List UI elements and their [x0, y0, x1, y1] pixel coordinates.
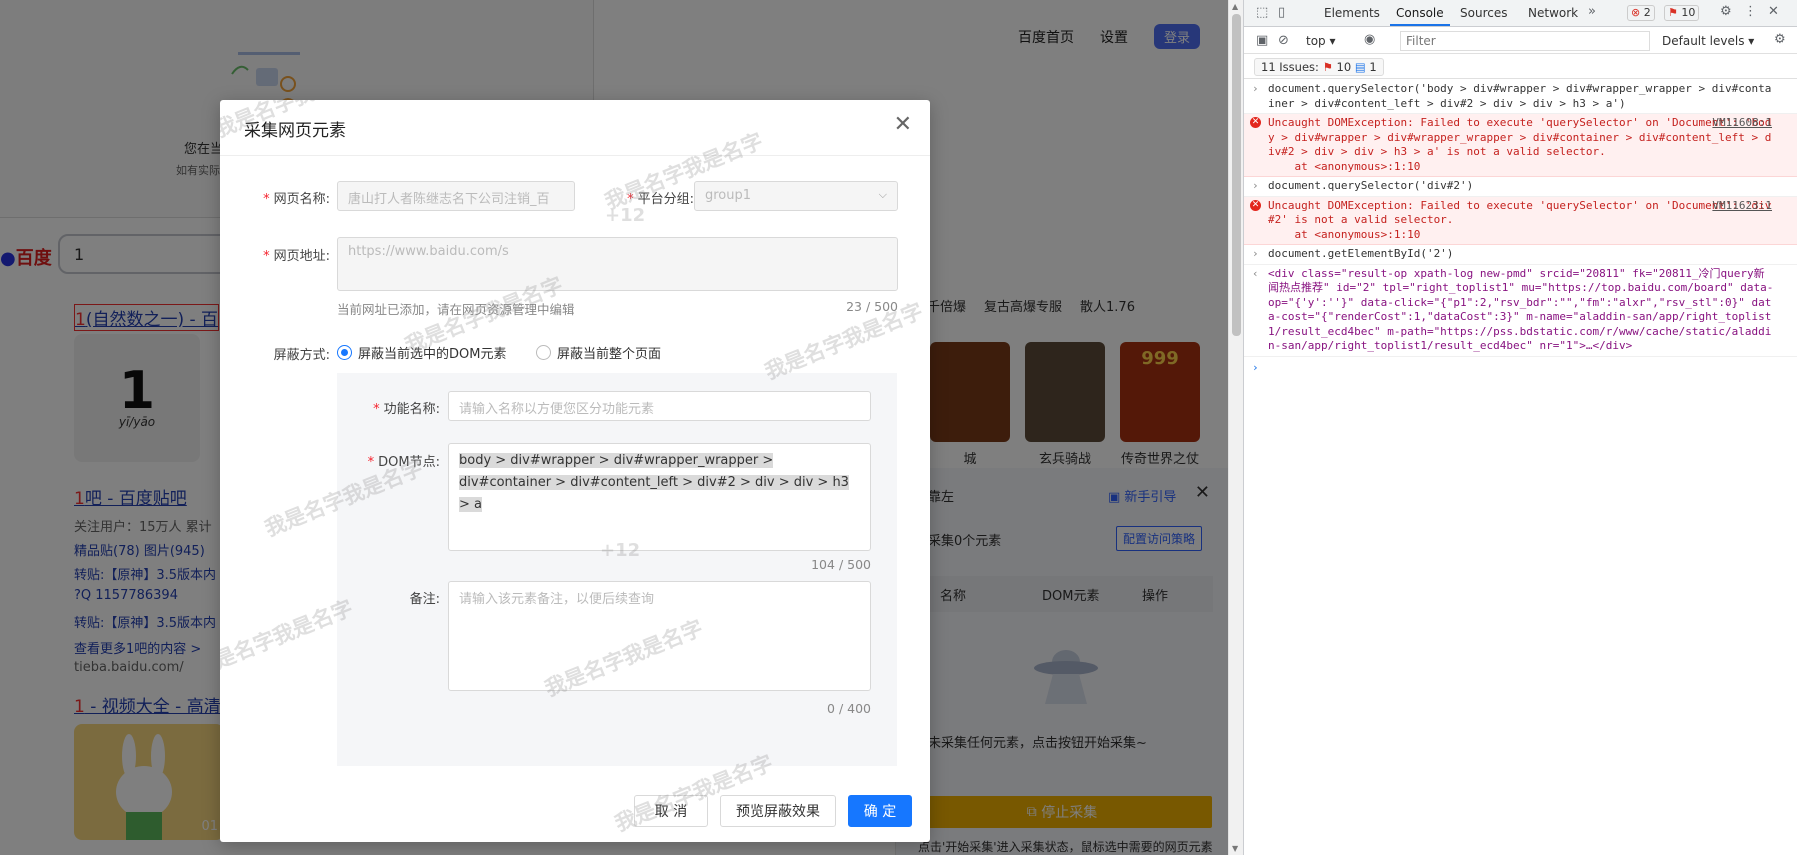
dialog-title: 采集网页元素	[244, 121, 346, 141]
divider	[220, 155, 930, 156]
prompt-chevron-icon: ›	[1252, 179, 1259, 192]
chevron-down-icon: ⌵	[878, 188, 887, 201]
group-label: * 平台分组:	[627, 192, 694, 207]
remark-textarea[interactable]: 请输入该元素备注，以便后续查询	[448, 581, 871, 691]
dom-node-label: * DOM节点:	[367, 455, 440, 470]
watermark-sub: +12	[605, 205, 646, 226]
gear-icon[interactable]: ⚙	[1774, 32, 1786, 47]
collect-element-dialog: 采集网页元素 ✕ * 网页名称: 唐山打人者陈继志名下公司注销_百 * 平台分组: …	[220, 100, 930, 842]
remark-counter: 0 / 400	[827, 701, 871, 716]
active-tab-indicator	[1390, 24, 1450, 26]
warning-icon: ⚑	[1668, 6, 1678, 19]
devtools-tabbar: ⬚ ▯ Elements Console Sources Network » ⊗…	[1244, 0, 1797, 27]
issues-bar: 11 Issues: ⚑ 10 ▤ 1	[1244, 55, 1797, 79]
error-icon: ✕	[1250, 199, 1261, 211]
tab-network[interactable]: Network	[1528, 6, 1578, 20]
scroll-up-icon[interactable]: ▲	[1232, 2, 1238, 11]
context-select[interactable]: top ▾	[1306, 34, 1336, 48]
dom-node-textarea[interactable]: body > div#wrapper > div#wrapper_wrapper…	[448, 443, 871, 551]
url-help-text: 当前网址已添加，请在网页资源管理中编辑	[337, 302, 575, 317]
confirm-button[interactable]: 确 定	[848, 795, 912, 827]
issue-info-icon: ▤	[1354, 60, 1366, 74]
shield-mode-label: 屏蔽方式:	[273, 348, 330, 363]
source-link[interactable]: VM11623:1	[1712, 199, 1772, 214]
console-toolbar: ▣ ⊘ top ▾ ◉ Filter Default levels ▾ ⚙	[1244, 28, 1797, 54]
page-name-label: * 网页名称:	[263, 192, 330, 207]
console-input-line[interactable]: › document.getElementById('2')	[1244, 245, 1797, 265]
eye-icon[interactable]: ◉	[1364, 32, 1375, 47]
close-icon[interactable]: ✕	[894, 112, 912, 137]
url-field[interactable]: https://www.baidu.com/s	[337, 237, 898, 291]
tab-elements[interactable]: Elements	[1324, 6, 1380, 20]
console-input-line[interactable]: › document.querySelector('div#2')	[1244, 177, 1797, 197]
page-scrollbar[interactable]: ▲ ▼	[1228, 0, 1243, 855]
kebab-menu-icon[interactable]: ⋮	[1744, 4, 1757, 19]
issue-error-icon: ⚑	[1322, 60, 1333, 74]
radio-checked-icon	[337, 345, 352, 360]
error-icon: ⊗	[1631, 6, 1641, 19]
console-error-line[interactable]: ✕ VM11608:1 Uncaught DOMException: Failed …	[1244, 114, 1797, 177]
console-error-line[interactable]: ✕ VM11623:1 Uncaught DOMException: Failed …	[1244, 196, 1797, 245]
radio-shield-dom[interactable]: 屏蔽当前选中的DOM元素	[337, 343, 506, 362]
warning-count-badge[interactable]: ⚑ 10	[1664, 5, 1700, 21]
group-select[interactable]: group1 ⌵	[694, 181, 898, 211]
tab-console[interactable]: Console	[1396, 6, 1444, 20]
console-log: › document.querySelector('body > div#wrap…	[1244, 80, 1797, 375]
inspect-icon[interactable]: ⬚	[1256, 5, 1268, 20]
cancel-button[interactable]: 取 消	[634, 795, 708, 827]
more-tabs-icon[interactable]: »	[1588, 4, 1596, 19]
console-prompt-icon[interactable]: ›	[1244, 357, 1797, 376]
prompt-chevron-icon: ›	[1252, 247, 1259, 260]
close-icon[interactable]: ✕	[1768, 4, 1779, 19]
scrollbar-thumb[interactable]	[1232, 14, 1241, 336]
source-link[interactable]: VM11608:1	[1712, 116, 1772, 131]
error-icon: ✕	[1250, 117, 1261, 128]
radio-unchecked-icon	[536, 345, 551, 360]
console-filter-input[interactable]: Filter	[1400, 31, 1650, 51]
function-name-input[interactable]: 请输入名称以方便您区分功能元素	[448, 391, 871, 421]
page-name-field[interactable]: 唐山打人者陈继志名下公司注销_百	[337, 181, 575, 211]
gear-icon[interactable]: ⚙	[1720, 4, 1732, 19]
function-name-label: * 功能名称:	[373, 402, 440, 417]
error-count-badge[interactable]: ⊗ 2	[1627, 5, 1655, 21]
preview-shield-button[interactable]: 预览屏蔽效果	[720, 795, 836, 827]
scroll-down-icon[interactable]: ▼	[1232, 844, 1238, 853]
return-arrow-icon: ‹	[1252, 266, 1259, 280]
remark-label: 备注:	[409, 592, 440, 607]
issues-link[interactable]: 11 Issues: ⚑ 10 ▤ 1	[1254, 58, 1384, 76]
url-label: * 网页地址:	[263, 249, 330, 264]
devtools-panel: ⬚ ▯ Elements Console Sources Network » ⊗…	[1243, 0, 1797, 855]
tab-sources[interactable]: Sources	[1460, 6, 1507, 20]
sidebar-toggle-icon[interactable]: ▣	[1256, 33, 1268, 48]
console-input-line[interactable]: › document.querySelector('body > div#wrap…	[1244, 80, 1797, 114]
url-counter: 23 / 500	[846, 299, 898, 314]
radio-shield-page[interactable]: 屏蔽当前整个页面	[536, 343, 661, 362]
clear-console-icon[interactable]: ⊘	[1278, 33, 1289, 48]
prompt-chevron-icon: ›	[1252, 82, 1259, 95]
log-levels-select[interactable]: Default levels ▾	[1662, 34, 1754, 48]
console-output-line[interactable]: ‹ <div class="result-op xpath-log new-pmd…	[1244, 265, 1797, 357]
device-toggle-icon[interactable]: ▯	[1278, 5, 1285, 20]
dom-counter: 104 / 500	[811, 557, 871, 572]
